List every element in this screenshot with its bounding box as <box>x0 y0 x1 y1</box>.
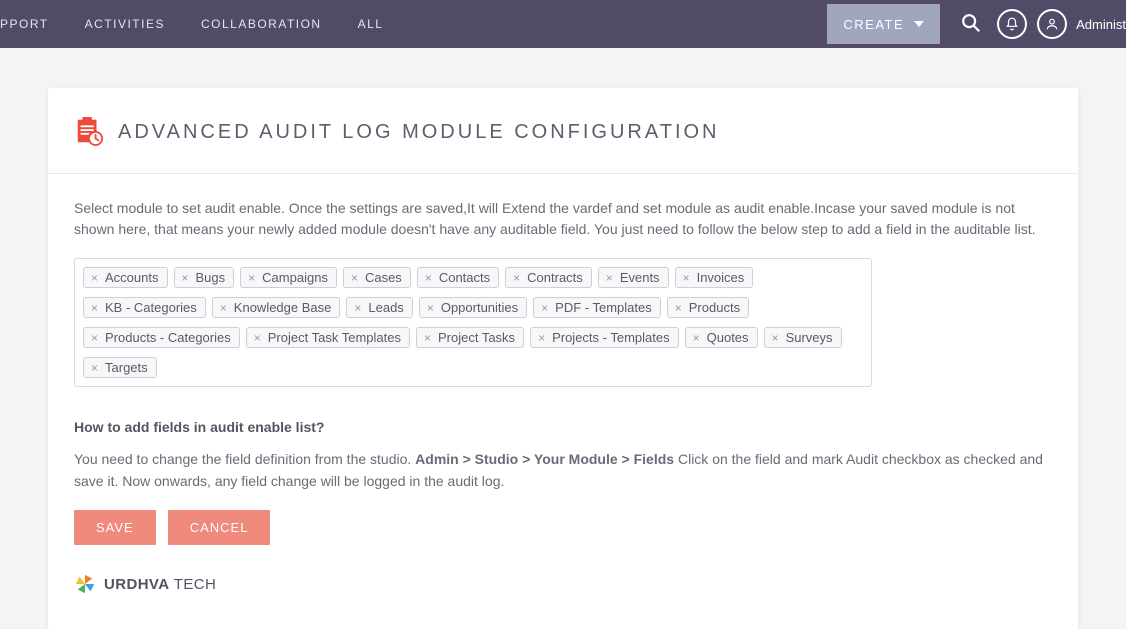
remove-tag-icon[interactable]: × <box>422 271 435 285</box>
card-body: Select module to set audit enable. Once … <box>48 174 1078 629</box>
vendor-logo: URDHVA TECH <box>74 573 1052 613</box>
caret-down-icon <box>914 21 924 27</box>
remove-tag-icon[interactable]: × <box>88 301 101 315</box>
modules-select[interactable]: ×Accounts×Bugs×Campaigns×Cases×Contacts×… <box>74 258 872 387</box>
module-tag: × PDF - Templates <box>533 297 661 318</box>
remove-tag-icon[interactable]: × <box>351 301 364 315</box>
audit-log-icon <box>74 116 104 149</box>
module-tag-label: Project Tasks <box>438 330 515 345</box>
remove-tag-icon[interactable]: × <box>424 301 437 315</box>
remove-tag-icon[interactable]: × <box>88 331 101 345</box>
howto-heading: How to add fields in audit enable list? <box>74 419 1052 435</box>
module-tag-label: Campaigns <box>262 270 328 285</box>
brand-light: TECH <box>169 576 216 593</box>
search-icon[interactable] <box>960 12 982 37</box>
remove-tag-icon[interactable]: × <box>690 331 703 345</box>
module-tag: × KB - Categories <box>83 297 206 318</box>
module-tag-label: Contracts <box>527 270 583 285</box>
create-button-label: CREATE <box>843 17 904 32</box>
remove-tag-icon[interactable]: × <box>769 331 782 345</box>
remove-tag-icon[interactable]: × <box>88 361 101 375</box>
module-tag-label: Contacts <box>439 270 490 285</box>
module-tag-label: Knowledge Base <box>234 300 332 315</box>
remove-tag-icon[interactable]: × <box>245 271 258 285</box>
module-tag-label: Products - Categories <box>105 330 231 345</box>
module-tag: × Contacts <box>417 267 499 288</box>
howto-text: You need to change the field definition … <box>74 449 1052 492</box>
module-tag: × Campaigns <box>240 267 337 288</box>
remove-tag-icon[interactable]: × <box>179 271 192 285</box>
module-tag: × Leads <box>346 297 412 318</box>
module-tag: × Invoices <box>675 267 754 288</box>
main-nav: PPORT ACTIVITIES COLLABORATION ALL <box>0 0 401 48</box>
module-tag-label: Targets <box>105 360 148 375</box>
module-tag: × Project Task Templates <box>246 327 410 348</box>
topbar-right: CREATE Administ <box>827 0 1126 48</box>
nav-support[interactable]: PPORT <box>0 0 67 48</box>
module-tag-label: Cases <box>365 270 402 285</box>
module-tag: × Knowledge Base <box>212 297 341 318</box>
module-tag: × Events <box>598 267 669 288</box>
save-button[interactable]: SAVE <box>74 510 156 545</box>
module-tag-label: Opportunities <box>441 300 518 315</box>
module-tag-label: Products <box>689 300 740 315</box>
module-tag-label: Projects - Templates <box>552 330 670 345</box>
module-tag: × Products - Categories <box>83 327 240 348</box>
notifications-icon[interactable] <box>997 9 1027 39</box>
description-text: Select module to set audit enable. Once … <box>74 198 1052 240</box>
nav-all[interactable]: ALL <box>340 0 402 48</box>
remove-tag-icon[interactable]: × <box>672 301 685 315</box>
module-tag: × Projects - Templates <box>530 327 679 348</box>
user-icon[interactable] <box>1037 9 1067 39</box>
cancel-button[interactable]: CANCEL <box>168 510 271 545</box>
remove-tag-icon[interactable]: × <box>251 331 264 345</box>
module-tag: × Surveys <box>764 327 842 348</box>
module-tag-label: Events <box>620 270 660 285</box>
module-tag: × Opportunities <box>419 297 527 318</box>
remove-tag-icon[interactable]: × <box>421 331 434 345</box>
remove-tag-icon[interactable]: × <box>217 301 230 315</box>
module-tag-label: Quotes <box>707 330 749 345</box>
remove-tag-icon[interactable]: × <box>348 271 361 285</box>
module-tag: × Products <box>667 297 749 318</box>
module-tag-label: Leads <box>368 300 403 315</box>
module-tag-label: KB - Categories <box>105 300 197 315</box>
remove-tag-icon[interactable]: × <box>535 331 548 345</box>
remove-tag-icon[interactable]: × <box>680 271 693 285</box>
module-tag: × Quotes <box>685 327 758 348</box>
module-tag-label: PDF - Templates <box>555 300 652 315</box>
card-header: ADVANCED AUDIT LOG MODULE CONFIGURATION <box>48 88 1078 174</box>
module-tag: × Project Tasks <box>416 327 524 348</box>
brand-bold: URDHVA <box>104 576 169 593</box>
remove-tag-icon[interactable]: × <box>538 301 551 315</box>
howto-path: Admin > Studio > Your Module > Fields <box>415 451 674 467</box>
module-tag: × Accounts <box>83 267 168 288</box>
topbar: PPORT ACTIVITIES COLLABORATION ALL CREAT… <box>0 0 1126 48</box>
nav-collaboration[interactable]: COLLABORATION <box>183 0 340 48</box>
module-tag: × Bugs <box>174 267 235 288</box>
module-tag: × Cases <box>343 267 411 288</box>
page-title: ADVANCED AUDIT LOG MODULE CONFIGURATION <box>118 121 720 144</box>
pinwheel-icon <box>74 573 96 595</box>
module-tag-label: Project Task Templates <box>268 330 401 345</box>
nav-activities[interactable]: ACTIVITIES <box>67 0 183 48</box>
create-button[interactable]: CREATE <box>827 4 940 44</box>
remove-tag-icon[interactable]: × <box>88 271 101 285</box>
module-tag-label: Invoices <box>697 270 745 285</box>
config-card: ADVANCED AUDIT LOG MODULE CONFIGURATION … <box>48 88 1078 629</box>
remove-tag-icon[interactable]: × <box>510 271 523 285</box>
module-tag-label: Surveys <box>786 330 833 345</box>
user-label[interactable]: Administ <box>1076 17 1126 32</box>
howto-pre: You need to change the field definition … <box>74 451 415 467</box>
brand-text: URDHVA TECH <box>104 576 216 593</box>
module-tag: × Contracts <box>505 267 592 288</box>
remove-tag-icon[interactable]: × <box>603 271 616 285</box>
module-tag-label: Bugs <box>196 270 226 285</box>
module-tag: × Targets <box>83 357 157 378</box>
module-tag-label: Accounts <box>105 270 158 285</box>
button-row: SAVE CANCEL <box>74 510 1052 545</box>
